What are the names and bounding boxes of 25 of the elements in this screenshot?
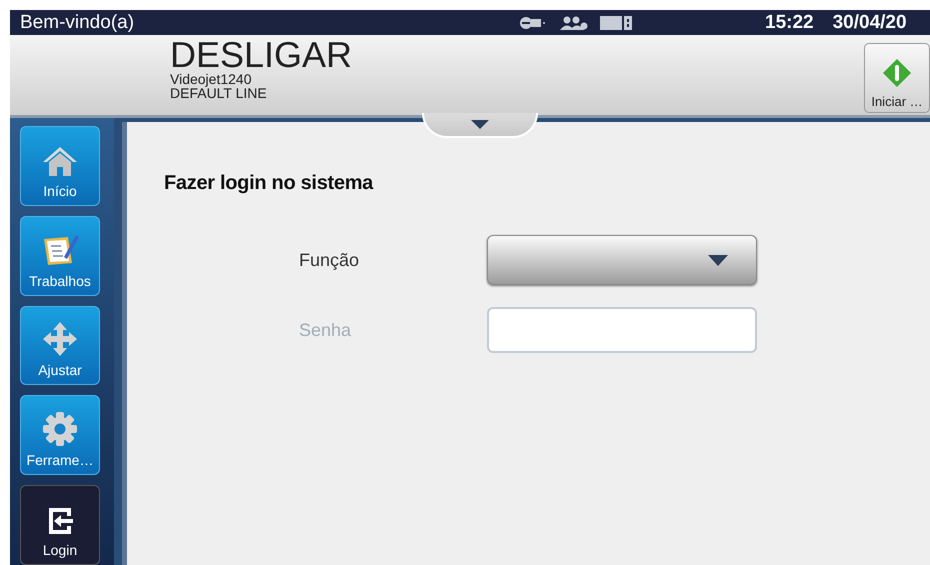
ink-cartridge-icon [600, 16, 632, 30]
printer-state: DESLIGAR [170, 38, 354, 72]
printer-name: Videojet1240 [170, 72, 252, 86]
nav-button[interactable]: Ajustar [20, 306, 100, 386]
start-button[interactable]: Iniciar … [864, 43, 930, 113]
caret-icon [708, 254, 728, 266]
nav-button[interactable]: Início [20, 126, 100, 206]
caret-icon [471, 120, 489, 129]
date-text: 30/04/20 [832, 12, 907, 34]
connector-icon [520, 16, 546, 28]
nav-button[interactable]: Trabalhos [20, 216, 100, 296]
nav-button[interactable]: Login [20, 485, 100, 565]
move-arrows-icon [43, 322, 77, 356]
login-title: Fazer login no sistema [164, 172, 374, 195]
house-icon [42, 144, 78, 177]
clock-time: 15:22 [765, 12, 814, 34]
field-label: Senha [298, 320, 352, 340]
expand-tab[interactable] [422, 113, 538, 138]
role-dropdown[interactable] [487, 235, 757, 285]
nav-button[interactable]: Ferrame… [20, 395, 100, 476]
start-icon [882, 58, 912, 88]
field-label: Função [298, 250, 360, 270]
users-icon [558, 16, 588, 30]
line-name: DEFAULT LINE [170, 86, 268, 100]
greeting-text: Bem-vindo(a) [20, 12, 136, 34]
